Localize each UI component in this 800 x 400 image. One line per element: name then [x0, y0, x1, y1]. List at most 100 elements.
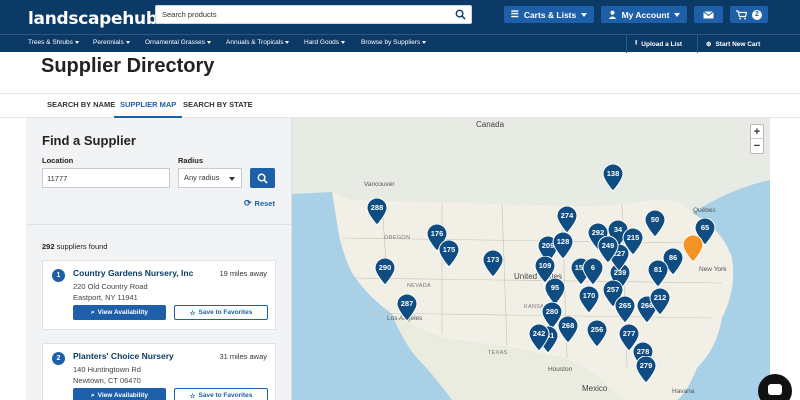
map-pin[interactable]: 279	[635, 355, 657, 384]
map-pin[interactable]: 287	[396, 293, 418, 322]
tab-search-by-state[interactable]: SEARCH BY STATE	[183, 94, 253, 118]
chevron-down-icon	[422, 41, 427, 44]
supplier-map[interactable]: Canada Vancouver Québec OREGON NEVADA Un…	[292, 118, 770, 400]
messages-button[interactable]	[694, 6, 723, 23]
map-label-havana: Havana	[672, 388, 695, 395]
supplier-distance: 31 miles away	[219, 352, 267, 361]
nav-item-ornamental-grasses[interactable]: Ornamental Grasses	[145, 39, 211, 46]
map-pin[interactable]: 50	[644, 209, 666, 238]
map-label-new-york: New York	[699, 266, 727, 273]
nav-item-hard-goods[interactable]: Hard Goods	[304, 39, 346, 46]
my-account-button[interactable]: My Account	[601, 6, 687, 23]
map-pin-count: 256	[590, 325, 604, 334]
results-count: 292 suppliers found	[42, 242, 107, 251]
map-pin-selected[interactable]	[682, 234, 704, 263]
supplier-card[interactable]: 1 Country Gardens Nursery, Inc 19 miles …	[42, 260, 276, 330]
map-pin[interactable]: 173	[482, 249, 504, 278]
map-pin[interactable]: 242	[528, 323, 550, 352]
location-label: Location	[42, 156, 74, 165]
map-pin[interactable]: 138	[602, 163, 624, 192]
chat-bubble-icon	[768, 384, 782, 395]
zoom-controls: + −	[750, 124, 764, 154]
map-pin[interactable]: 288	[366, 197, 388, 226]
map-pin-count: 170	[582, 291, 596, 300]
category-nav: Trees & Shrubs Perennials Ornamental Gra…	[0, 34, 800, 53]
map-pin[interactable]: 212	[649, 287, 671, 316]
upload-icon: ⭱	[635, 39, 638, 47]
logo-text: landscapehub	[28, 9, 158, 29]
map-pin[interactable]: 170	[578, 285, 600, 314]
plus-circle-icon: ⊕	[706, 41, 712, 48]
user-icon	[608, 10, 616, 19]
upload-list-button[interactable]: ⭱ Upload a List	[626, 35, 690, 53]
map-pin-count: 290	[378, 263, 392, 272]
results-count-number: 292	[42, 242, 55, 251]
search-input[interactable]	[156, 6, 441, 23]
cart-icon	[736, 9, 747, 19]
cart-button[interactable]: 2	[730, 6, 768, 23]
view-availability-button[interactable]: ⌕ View Availability	[73, 305, 166, 320]
nav-item-trees-shrubs[interactable]: Trees & Shrubs	[28, 39, 79, 46]
save-to-favorites-button[interactable]: ☆ Save to Favorites	[174, 305, 268, 320]
map-pin[interactable]: 256	[586, 319, 608, 348]
zoom-in-button[interactable]: +	[751, 125, 763, 139]
map-pin-count: 265	[618, 301, 632, 310]
refresh-icon: ⟳	[244, 198, 252, 208]
radius-select[interactable]: Any radius	[178, 168, 242, 188]
nav-item-annuals-tropicals[interactable]: Annuals & Tropicals	[226, 39, 290, 46]
location-search-button[interactable]	[250, 168, 275, 188]
chevron-down-icon	[674, 12, 681, 17]
map-pin-count: 212	[653, 293, 667, 302]
map-label-nevada: NEVADA	[407, 283, 432, 289]
supplier-card[interactable]: 2 Planters' Choice Nursery 31 miles away…	[42, 343, 276, 400]
chevron-down-icon	[74, 41, 79, 44]
start-new-cart-button[interactable]: ⊕ Start New Cart	[697, 35, 768, 53]
find-supplier-title: Find a Supplier	[42, 133, 136, 148]
map-pin[interactable]: 215	[622, 227, 644, 256]
search-icon[interactable]	[455, 9, 466, 20]
location-input[interactable]	[42, 168, 170, 188]
map-pin-count: 242	[532, 329, 546, 338]
reset-button[interactable]: ⟳ Reset	[244, 198, 275, 209]
map-pin[interactable]: 81	[647, 259, 669, 288]
map-label-vancouver: Vancouver	[364, 181, 395, 188]
nav-item-label: Trees & Shrubs	[28, 39, 73, 46]
map-pin-count: 176	[430, 229, 444, 238]
map-pin-count: 287	[400, 299, 414, 308]
nav-item-browse-suppliers[interactable]: Browse by Suppliers	[361, 39, 427, 46]
map-pin-count: 109	[538, 261, 552, 270]
tab-search-by-name[interactable]: SEARCH BY NAME	[47, 94, 115, 118]
map-pin-count: 6	[590, 263, 596, 272]
logo[interactable]: landscapehub	[28, 6, 173, 29]
nav-item-label: Perennials	[93, 39, 124, 46]
nav-item-perennials[interactable]: Perennials	[93, 39, 130, 46]
tab-supplier-map[interactable]: SUPPLIER MAP	[114, 94, 183, 118]
map-pin[interactable]: 175	[438, 239, 460, 268]
view-availability-button[interactable]: ⌕ View Availability	[73, 388, 166, 400]
chat-widget-button[interactable]	[758, 374, 792, 400]
start-new-cart-label: Start New Cart	[715, 40, 761, 48]
supplier-address-line2: Eastport, NY 11941	[73, 293, 138, 302]
map-marker-icon	[682, 234, 704, 263]
map-pin-count: 81	[653, 265, 663, 274]
map-pin-count: 268	[561, 321, 575, 330]
nav-item-label: Hard Goods	[304, 39, 340, 46]
view-availability-label: View Availability	[97, 392, 148, 399]
zoom-out-button[interactable]: −	[751, 139, 763, 153]
carts-lists-button[interactable]: ☰ Carts & Lists	[504, 6, 594, 23]
nav-item-label: Annuals & Tropicals	[226, 39, 284, 46]
map-pin[interactable]: 249	[597, 235, 619, 264]
map-pin-count: 65	[700, 223, 710, 232]
map-pin[interactable]: 265	[614, 295, 636, 324]
map-pin-count: 288	[370, 203, 384, 212]
chevron-down-icon	[125, 41, 130, 44]
supplier-name[interactable]: Planters' Choice Nursery	[73, 351, 174, 361]
chevron-down-icon	[206, 41, 211, 44]
map-pin[interactable]: 290	[374, 257, 396, 286]
map-pin[interactable]: 268	[557, 315, 579, 344]
map-pin[interactable]: 274	[556, 205, 578, 234]
supplier-name[interactable]: Country Gardens Nursery, Inc	[73, 268, 193, 278]
radius-label: Radius	[178, 156, 204, 165]
save-to-favorites-button[interactable]: ☆ Save to Favorites	[174, 388, 268, 400]
envelope-icon	[703, 10, 714, 18]
